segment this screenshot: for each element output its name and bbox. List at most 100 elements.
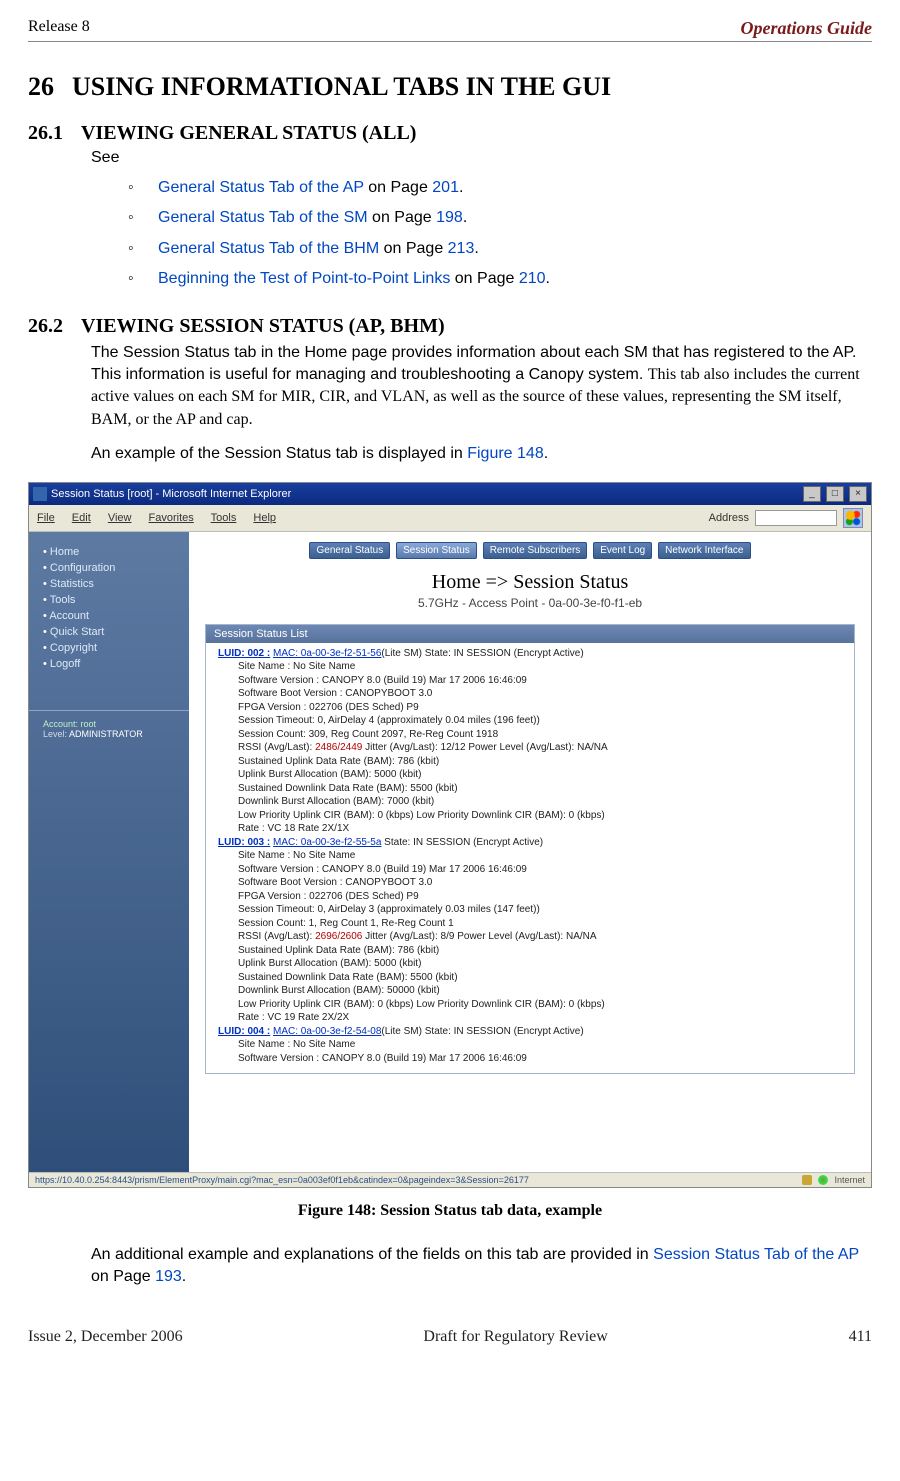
see-item-ptp: Beginning the Test of Point-to-Point Lin… — [128, 264, 872, 294]
window-titlebar: Session Status [root] - Microsoft Intern… — [29, 483, 871, 505]
session-rssi-line: RSSI (Avg/Last): 2486/2449 Jitter (Avg/L… — [218, 741, 842, 755]
main-pane: General Status Session Status Remote Sub… — [189, 532, 871, 1172]
session-status-log: LUID: 002 : MAC: 0a-00-3e-f2-51-56(Lite … — [206, 643, 854, 1074]
mac-link[interactable]: MAC: 0a-00-3e-f2-51-56 — [273, 648, 381, 659]
sidebar-item-account[interactable]: Account — [43, 608, 189, 624]
account-value: root — [81, 719, 97, 729]
link-general-status-ap[interactable]: General Status Tab of the AP — [158, 179, 364, 196]
session-line: Downlink Burst Allocation (BAM): 7000 (k… — [218, 795, 842, 809]
menu-favorites[interactable]: Favorites — [149, 512, 194, 524]
menu-view[interactable]: View — [108, 512, 132, 524]
session-line: Site Name : No Site Name — [218, 1038, 842, 1052]
section-title: VIEWING GENERAL STATUS (ALL) — [81, 122, 416, 144]
page-ref[interactable]: 213 — [448, 240, 475, 257]
see-list: General Status Tab of the AP on Page 201… — [128, 173, 872, 295]
figure-ref-link[interactable]: Figure 148 — [467, 445, 544, 462]
session-line: Site Name : No Site Name — [218, 849, 842, 863]
figure-screenshot: Session Status [root] - Microsoft Intern… — [28, 482, 872, 1188]
sidebar-item-logoff[interactable]: Logoff — [43, 656, 189, 672]
see-label: See — [91, 149, 872, 167]
minimize-button[interactable]: _ — [803, 486, 821, 502]
mac-link[interactable]: MAC: 0a-00-3e-f2-55-5a — [273, 837, 381, 848]
tab-event-log[interactable]: Event Log — [593, 542, 652, 559]
level-label: Level: — [43, 729, 67, 739]
window-buttons: _ □ × — [801, 486, 867, 502]
see-item-sm: General Status Tab of the SM on Page 198… — [128, 203, 872, 233]
session-line: Rate : VC 18 Rate 2X/1X — [218, 822, 842, 836]
figure-caption: Figure 148: Session Status tab data, exa… — [28, 1202, 872, 1220]
luid-link[interactable]: LUID: 004 : — [218, 1026, 270, 1037]
address-field[interactable] — [755, 510, 837, 526]
ie-icon — [33, 487, 47, 501]
lock-icon — [802, 1175, 812, 1185]
tab-general-status[interactable]: General Status — [309, 542, 390, 559]
session-line: FPGA Version : 022706 (DES Sched) P9 — [218, 890, 842, 904]
mac-link[interactable]: MAC: 0a-00-3e-f2-54-08 — [273, 1026, 381, 1037]
session-entry-header: LUID: 003 : MAC: 0a-00-3e-f2-55-5a State… — [218, 836, 842, 850]
section-26-2-para-2: An example of the Session Status tab is … — [91, 443, 872, 465]
menu-edit[interactable]: Edit — [72, 512, 91, 524]
footer-page-number: 411 — [849, 1328, 872, 1346]
menu-tools[interactable]: Tools — [211, 512, 237, 524]
session-line: Low Priority Uplink CIR (BAM): 0 (kbps) … — [218, 998, 842, 1012]
device-subtitle: 5.7GHz - Access Point - 0a-00-3e-f0-f1-e… — [189, 596, 871, 610]
maximize-button[interactable]: □ — [826, 486, 844, 502]
sidebar-item-quickstart[interactable]: Quick Start — [43, 624, 189, 640]
link-session-status-ap[interactable]: Session Status Tab of the AP — [653, 1246, 859, 1263]
tab-remote-subscribers[interactable]: Remote Subscribers — [483, 542, 588, 559]
section-26-2-para-1: The Session Status tab in the Home page … — [91, 342, 872, 432]
page-ref[interactable]: 210 — [519, 270, 546, 287]
link-general-status-sm[interactable]: General Status Tab of the SM — [158, 209, 368, 226]
session-line: Site Name : No Site Name — [218, 660, 842, 674]
menu-file[interactable]: File — [37, 512, 55, 524]
sidebar-item-statistics[interactable]: Statistics — [43, 576, 189, 592]
session-line: Low Priority Uplink CIR (BAM): 0 (kbps) … — [218, 809, 842, 823]
windows-flag-icon — [843, 508, 863, 528]
page-header: Release 8 Operations Guide — [28, 18, 872, 42]
close-button[interactable]: × — [849, 486, 867, 502]
after-figure-para: An additional example and explanations o… — [91, 1244, 872, 1289]
rssi-value: 2486/2449 — [315, 742, 362, 753]
session-line: Software Boot Version : CANOPYBOOT 3.0 — [218, 876, 842, 890]
session-line: Rate : VC 19 Rate 2X/2X — [218, 1011, 842, 1025]
sidebar-item-tools[interactable]: Tools — [43, 592, 189, 608]
section-26-1-heading: 26.1VIEWING GENERAL STATUS (ALL) — [28, 122, 872, 145]
address-bar: Address — [709, 508, 863, 528]
session-status-panel: Session Status List LUID: 002 : MAC: 0a-… — [205, 624, 855, 1075]
session-line: Sustained Downlink Data Rate (BAM): 5500… — [218, 782, 842, 796]
tab-session-status[interactable]: Session Status — [396, 542, 477, 559]
login-info: Account: root Level: ADMINISTRATOR — [29, 710, 189, 739]
link-general-status-bhm[interactable]: General Status Tab of the BHM — [158, 240, 379, 257]
sidebar-item-configuration[interactable]: Configuration — [43, 560, 189, 576]
statusbar-url: https://10.40.0.254:8443/prism/ElementPr… — [35, 1175, 529, 1185]
address-label: Address — [709, 512, 749, 524]
session-status-panel-header: Session Status List — [206, 625, 854, 643]
page-ref[interactable]: 193 — [155, 1268, 182, 1285]
session-line: Uplink Burst Allocation (BAM): 5000 (kbi… — [218, 768, 842, 782]
session-line: Session Count: 1, Reg Count 1, Re-Reg Co… — [218, 917, 842, 931]
session-line: Sustained Uplink Data Rate (BAM): 786 (k… — [218, 755, 842, 769]
browser-menubar: File Edit View Favorites Tools Help Addr… — [29, 505, 871, 532]
session-line: Software Version : CANOPY 8.0 (Build 19)… — [218, 1052, 842, 1066]
sidebar-item-home[interactable]: Home — [43, 544, 189, 560]
session-rssi-line: RSSI (Avg/Last): 2696/2606 Jitter (Avg/L… — [218, 930, 842, 944]
sidebar-item-copyright[interactable]: Copyright — [43, 640, 189, 656]
level-value: ADMINISTRATOR — [69, 729, 143, 739]
chapter-title: USING INFORMATIONAL TABS IN THE GUI — [72, 72, 611, 101]
menu-help[interactable]: Help — [253, 512, 276, 524]
rssi-value: 2696/2606 — [315, 931, 362, 942]
luid-link[interactable]: LUID: 002 : — [218, 648, 270, 659]
section-26-2-heading: 26.2VIEWING SESSION STATUS (AP, BHM) — [28, 315, 872, 338]
browser-statusbar: https://10.40.0.254:8443/prism/ElementPr… — [29, 1172, 871, 1187]
session-line: Sustained Uplink Data Rate (BAM): 786 (k… — [218, 944, 842, 958]
window-title: Session Status [root] - Microsoft Intern… — [51, 488, 291, 500]
tab-network-interface[interactable]: Network Interface — [658, 542, 750, 559]
session-line: Software Version : CANOPY 8.0 (Build 19)… — [218, 674, 842, 688]
link-ptp-test[interactable]: Beginning the Test of Point-to-Point Lin… — [158, 270, 450, 287]
footer-draft: Draft for Regulatory Review — [423, 1328, 607, 1346]
section-number: 26.2 — [28, 315, 63, 337]
page-footer: Issue 2, December 2006 Draft for Regulat… — [28, 1328, 872, 1346]
page-ref[interactable]: 198 — [436, 209, 463, 226]
page-ref[interactable]: 201 — [432, 179, 459, 196]
luid-link[interactable]: LUID: 003 : — [218, 837, 270, 848]
